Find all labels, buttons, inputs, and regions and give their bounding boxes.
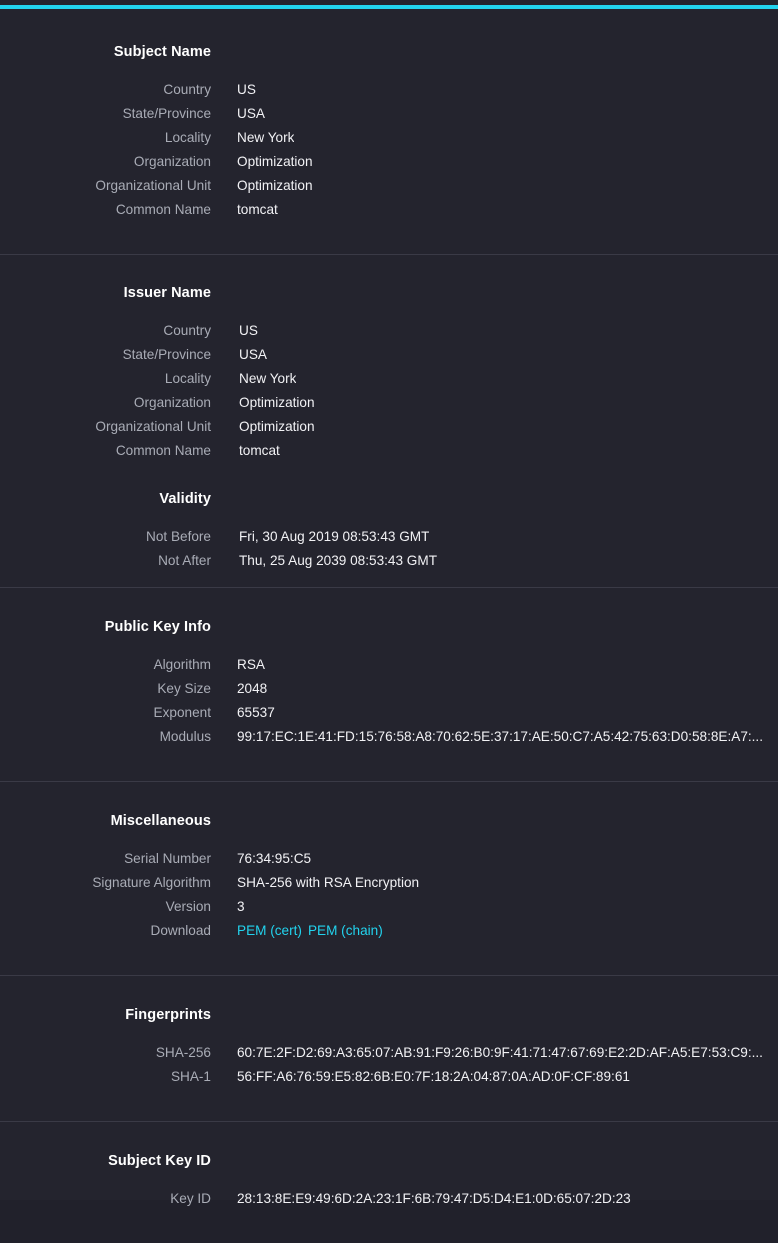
row-label: Common Name [115,443,211,458]
section-public-key-info: Public Key Info Algorithm RSA Key Size 2… [0,588,778,782]
fingerprints-heading: Fingerprints [125,1007,211,1023]
subject-key-id-rows: Key ID 28:13:8E:E9:49:6D:2A:23:1F:6B:79:… [0,1191,778,1215]
detail-row: Locality New York [0,371,778,395]
row-label: Country [163,82,211,97]
row-label: Country [163,323,211,338]
row-value: USA [239,347,267,362]
detail-row: SHA-1 56:FF:A6:76:59:E5:82:6B:E0:7F:18:2… [0,1069,778,1093]
row-label: Organizational Unit [95,419,211,434]
section-subject-name: Subject Name Country US State/Province U… [0,9,778,255]
row-label: Key ID [170,1191,211,1206]
row-value: Thu, 25 Aug 2039 08:53:43 GMT [239,553,437,568]
row-value: New York [239,371,297,386]
section-issuer-name: Issuer Name Country US State/Province US… [0,255,778,588]
row-label: Version [165,899,211,914]
row-label: Download [150,923,211,938]
row-label: Key Size [157,681,211,696]
row-value-sha1: 56:FF:A6:76:59:E5:82:6B:E0:7F:18:2A:04:8… [237,1069,630,1084]
row-label: Algorithm [153,657,211,672]
row-value: US [237,82,256,97]
row-value: 76:34:95:C5 [237,851,312,866]
row-value: SHA-256 with RSA Encryption [237,875,420,890]
row-label: Locality [164,371,211,386]
detail-row: Organizational Unit Optimization [0,419,778,443]
detail-row: Common Name tomcat [0,202,778,226]
row-value: New York [237,130,295,145]
row-label: Serial Number [124,851,211,866]
row-value: US [239,323,258,338]
detail-row: Serial Number 76:34:95:C5 [0,851,778,875]
row-value-modulus: 99:17:EC:1E:41:FD:15:76:58:A8:70:62:5E:3… [237,729,763,744]
detail-row: Exponent 65537 [0,705,778,729]
detail-row: State/Province USA [0,106,778,130]
detail-row: Locality New York [0,130,778,154]
row-value-sha256: 60:7E:2F:D2:69:A3:65:07:AB:91:F9:26:B0:9… [237,1045,763,1060]
miscellaneous-rows: Serial Number 76:34:95:C5 Signature Algo… [0,851,778,947]
row-value: RSA [237,657,265,672]
detail-row: Key ID 28:13:8E:E9:49:6D:2A:23:1F:6B:79:… [0,1191,778,1215]
row-label: SHA-256 [155,1045,211,1060]
row-label: Not After [158,553,211,568]
row-label: Modulus [159,729,211,744]
subject-name-heading: Subject Name [113,44,211,60]
row-label: State/Province [122,347,211,362]
miscellaneous-heading: Miscellaneous [110,813,211,829]
row-label: Signature Algorithm [92,875,211,890]
detail-row: Organization Optimization [0,154,778,178]
row-value: Optimization [239,419,315,434]
subject-name-rows: Country US State/Province USA Locality N… [0,82,778,226]
validity-heading: Validity [159,491,211,507]
row-value: Optimization [237,154,313,169]
detail-row: Modulus 99:17:EC:1E:41:FD:15:76:58:A8:70… [0,729,778,753]
row-label: Organizational Unit [95,178,211,193]
issuer-name-heading: Issuer Name [123,285,211,301]
issuer-name-rows: Country US State/Province USA Locality N… [0,323,778,467]
row-value: tomcat [239,443,280,458]
row-value: Optimization [237,178,313,193]
row-value: 2048 [237,681,268,696]
public-key-info-rows: Algorithm RSA Key Size 2048 Exponent 655… [0,657,778,753]
detail-row: Organization Optimization [0,395,778,419]
fingerprints-rows: SHA-256 60:7E:2F:D2:69:A3:65:07:AB:91:F9… [0,1045,778,1093]
detail-row: Organizational Unit Optimization [0,178,778,202]
section-miscellaneous: Miscellaneous Serial Number 76:34:95:C5 … [0,782,778,976]
row-label: SHA-1 [170,1069,211,1084]
subject-key-id-heading: Subject Key ID [108,1153,211,1169]
row-label: Not Before [146,529,211,544]
row-value: USA [237,106,265,121]
section-subject-key-id: Subject Key ID Key ID 28:13:8E:E9:49:6D:… [0,1122,778,1243]
row-label: Organization [133,395,211,410]
detail-row: Common Name tomcat [0,443,778,467]
detail-row: Key Size 2048 [0,681,778,705]
detail-row: Country US [0,82,778,106]
detail-row: State/Province USA [0,347,778,371]
row-label: Common Name [115,202,211,217]
validity-rows: Not Before Fri, 30 Aug 2019 08:53:43 GMT… [0,529,778,577]
public-key-info-heading: Public Key Info [104,619,211,635]
download-links: PEM (cert) PEM (chain) [211,923,383,938]
detail-row: Country US [0,323,778,347]
row-label: Exponent [153,705,211,720]
download-row: Download PEM (cert) PEM (chain) [0,923,778,947]
row-value: Fri, 30 Aug 2019 08:53:43 GMT [239,529,430,544]
row-label: Locality [164,130,211,145]
row-value: tomcat [237,202,278,217]
certificate-viewer-panel: Subject Name Country US State/Province U… [0,0,778,1206]
row-value: 65537 [237,705,275,720]
row-value: Optimization [239,395,315,410]
detail-row: Not Before Fri, 30 Aug 2019 08:53:43 GMT [0,529,778,553]
row-label: Organization [133,154,211,169]
download-pem-chain-link[interactable]: PEM (chain) [308,923,383,938]
detail-row: Version 3 [0,899,778,923]
detail-row: SHA-256 60:7E:2F:D2:69:A3:65:07:AB:91:F9… [0,1045,778,1069]
row-label: State/Province [122,106,211,121]
section-fingerprints: Fingerprints SHA-256 60:7E:2F:D2:69:A3:6… [0,976,778,1122]
row-value-key-id: 28:13:8E:E9:49:6D:2A:23:1F:6B:79:47:D5:D… [237,1191,631,1206]
detail-row: Algorithm RSA [0,657,778,681]
row-value: 3 [237,899,245,914]
detail-row: Not After Thu, 25 Aug 2039 08:53:43 GMT [0,553,778,577]
download-pem-cert-link[interactable]: PEM (cert) [237,923,302,938]
detail-row: Signature Algorithm SHA-256 with RSA Enc… [0,875,778,899]
